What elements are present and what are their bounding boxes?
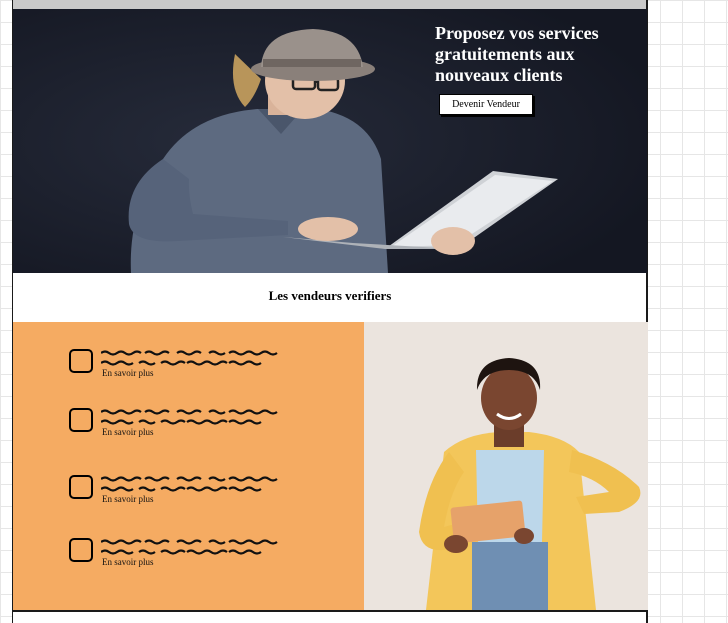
become-seller-button[interactable]: Devenir Vendeur (439, 94, 533, 115)
scribbled-text (101, 409, 278, 425)
verified-sellers-heading: Les vendeurs verifiers (268, 288, 392, 303)
seller-photo-woman-with-tablet (364, 322, 648, 610)
seller-photo-illustration (364, 322, 648, 610)
feature-item: En savoir plus (69, 408, 299, 448)
feature-item: En savoir plus (69, 475, 299, 515)
page-frame: Proposez vos services gratuitements aux … (12, 0, 648, 623)
scribbled-text (101, 539, 278, 555)
scribbled-text (101, 350, 278, 366)
learn-more-link[interactable]: En savoir plus (102, 494, 154, 504)
checkbox-icon[interactable] (69, 349, 93, 373)
features-panel: En savoir plus En savoir plus En savoir … (13, 322, 364, 610)
checkbox-icon[interactable] (69, 538, 93, 562)
scribbled-text (101, 476, 278, 492)
learn-more-link[interactable]: En savoir plus (102, 557, 154, 567)
feature-item: En savoir plus (69, 538, 299, 578)
learn-more-link[interactable]: En savoir plus (102, 427, 154, 437)
browser-top-bar (13, 0, 646, 9)
bottom-divider (13, 610, 647, 612)
hero-banner: Proposez vos services gratuitements aux … (13, 9, 647, 273)
feature-item: En savoir plus (69, 349, 299, 389)
hero-title: Proposez vos services gratuitements aux … (435, 23, 599, 85)
checkbox-icon[interactable] (69, 475, 93, 499)
learn-more-link[interactable]: En savoir plus (102, 368, 154, 378)
checkbox-icon[interactable] (69, 408, 93, 432)
